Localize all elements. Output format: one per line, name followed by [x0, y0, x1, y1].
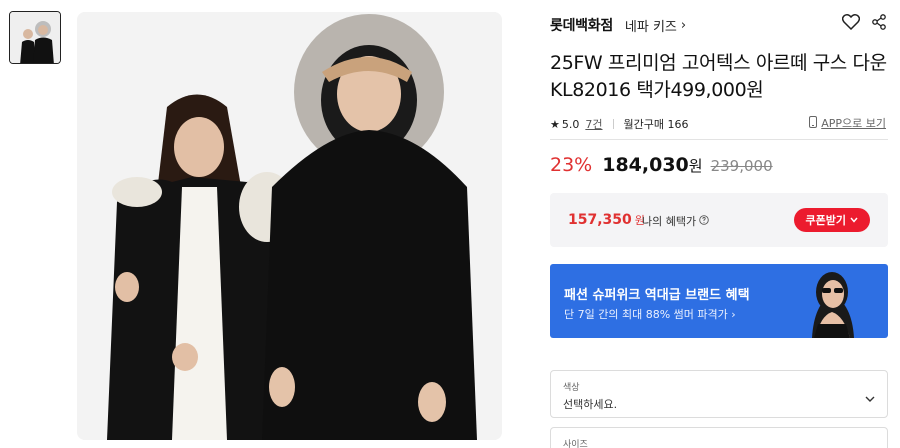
app-link-label: APP으로 보기: [821, 117, 886, 130]
chevron-down-icon: [865, 388, 875, 407]
sale-price-value: 184,030: [602, 154, 689, 176]
coupon-button-label: 쿠폰받기: [805, 215, 846, 227]
info-icon: [699, 214, 709, 228]
color-select[interactable]: 색상 선택하세요.: [550, 370, 888, 418]
price-row: 23% 184,030원 239,000: [550, 154, 773, 182]
size-select[interactable]: 사이즈: [550, 427, 888, 448]
sale-price: 184,030원: [602, 154, 702, 176]
chevron-right-icon: ›: [680, 17, 687, 33]
product-title: 25FW 프리미엄 고어텍스 아르떼 구스 다운 KL82016 택가499,0…: [550, 52, 887, 101]
sub-brand-link[interactable]: 네파 키즈 ›: [625, 16, 686, 35]
color-select-label: 색상: [563, 383, 580, 393]
discount-rate: 23%: [550, 154, 593, 176]
color-select-value: 선택하세요.: [563, 398, 618, 411]
benefit-box: 157,350 원 나의 혜택가 쿠폰받기: [550, 193, 888, 247]
product-main-image: [77, 12, 502, 440]
original-price: 239,000: [710, 157, 773, 175]
size-select-label: 사이즈: [563, 440, 588, 448]
action-icons: [842, 14, 886, 30]
meta-row: ★ 5.0 7건 월간구매 166 APP으로 보기: [550, 115, 888, 133]
section-divider: [550, 139, 888, 140]
banner-model-image: [812, 272, 854, 338]
brand-name[interactable]: 롯데백화점: [550, 15, 613, 35]
benefit-label-text: 나의 혜택가: [642, 215, 697, 228]
banner-title: 패션 슈퍼위크 역대급 브랜드 혜택: [564, 288, 750, 303]
review-count-link[interactable]: 7건: [585, 116, 602, 132]
heart-icon[interactable]: [842, 14, 860, 30]
promo-banner[interactable]: 패션 슈퍼위크 역대급 브랜드 혜택 단 7일 간의 최대 88% 썸머 파격가…: [550, 264, 888, 338]
currency-unit: 원: [688, 157, 703, 175]
benefit-label[interactable]: 나의 혜택가: [642, 213, 709, 229]
divider: [612, 119, 614, 129]
product-thumbnail[interactable]: [9, 11, 61, 64]
phone-icon: [809, 115, 818, 131]
brand-row: 롯데백화점 네파 키즈 ›: [550, 14, 888, 36]
coupon-button[interactable]: 쿠폰받기: [793, 208, 870, 232]
star-icon: ★: [550, 117, 560, 131]
banner-subtitle: 단 7일 간의 최대 88% 썸머 파격가 ›: [564, 308, 736, 321]
app-link[interactable]: APP으로 보기: [809, 115, 886, 131]
chevron-down-icon: [850, 214, 858, 226]
benefit-price-value: 157,350: [568, 212, 632, 228]
product-info-panel: 롯데백화점 네파 키즈 › 25FW 프리미엄 고어텍스 아르떼 구스 다운 K…: [550, 0, 890, 448]
rating-value: 5.0: [561, 117, 580, 131]
share-icon[interactable]: [872, 14, 886, 30]
monthly-purchase: 월간구매 166: [623, 118, 689, 131]
sub-brand-label: 네파 키즈: [624, 19, 677, 35]
benefit-price: 157,350 원: [568, 212, 645, 228]
